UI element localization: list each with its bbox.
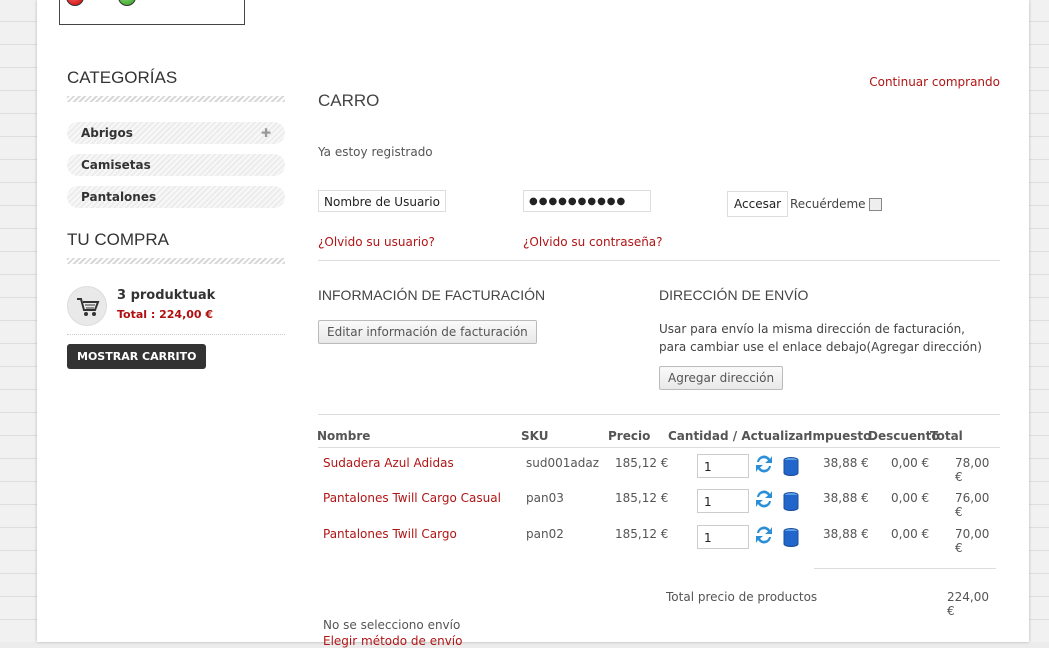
- product-total: 70,00 €: [955, 527, 990, 555]
- product-name-link[interactable]: Pantalones Twill Cargo: [323, 527, 457, 541]
- category-item-camisetas[interactable]: Camisetas: [67, 154, 285, 176]
- product-name-link[interactable]: Sudadera Azul Adidas: [323, 456, 454, 470]
- product-discount: 0,00 €: [891, 527, 930, 541]
- product-sku: sud001adaz: [526, 456, 600, 470]
- shipping-status: No se selecciono envío: [323, 618, 461, 632]
- category-item-abrigos[interactable]: Abrigos ✚: [67, 122, 285, 144]
- category-label: Pantalones: [81, 190, 157, 204]
- delete-trash-icon[interactable]: [781, 527, 801, 549]
- billing-title: INFORMACIÓN DE FACTURACIÓN: [318, 287, 546, 303]
- table-top-divider: [318, 414, 1000, 415]
- cart-count: 3 produktuak: [117, 288, 216, 303]
- purchase-divider: [67, 258, 285, 264]
- continue-shopping-link[interactable]: Continuar comprando: [869, 75, 1000, 89]
- category-list: Abrigos ✚ Camisetas Pantalones: [67, 122, 285, 208]
- forgot-password-link[interactable]: ¿Olvido su contraseña?: [523, 235, 663, 249]
- refresh-icon[interactable]: [754, 524, 774, 546]
- col-header-discount: Descuento: [868, 429, 940, 443]
- forgot-username-link[interactable]: ¿Olvido su usuario?: [318, 235, 435, 249]
- totals-divider: [814, 568, 996, 569]
- add-address-button[interactable]: Agregar dirección: [659, 366, 784, 390]
- categories-divider: [67, 96, 285, 102]
- shipping-description: Usar para envío la misma dirección de fa…: [659, 322, 982, 354]
- col-header-tax: Impuesto: [808, 429, 872, 443]
- login-button[interactable]: Accesar: [727, 191, 789, 217]
- product-tax: 38,88 €: [823, 456, 869, 470]
- category-label: Camisetas: [81, 158, 151, 172]
- logo-green-dot: [118, 0, 136, 6]
- store-logo[interactable]: [59, 0, 245, 25]
- col-header-sku: SKU: [521, 429, 549, 443]
- purchase-title: TU COMPRA: [67, 230, 169, 249]
- product-discount: 0,00 €: [891, 491, 930, 505]
- products-total-label: Total precio de productos: [666, 590, 818, 604]
- product-sku: pan02: [526, 527, 564, 541]
- product-price: 185,12 €: [615, 527, 669, 541]
- sidebar: CATEGORÍAS Abrigos ✚ Camisetas Pantalone…: [67, 68, 285, 369]
- quantity-input[interactable]: 1: [697, 454, 749, 478]
- category-label: Abrigos: [81, 126, 133, 140]
- product-total: 76,00 €: [955, 491, 990, 519]
- col-header-quantity: Cantidad / Actualizar: [668, 429, 810, 443]
- cart-icon: [67, 286, 107, 326]
- registered-label: Ya estoy registrado: [318, 145, 433, 159]
- remember-checkbox[interactable]: [869, 198, 882, 211]
- quantity-input[interactable]: 1: [697, 489, 749, 513]
- password-input[interactable]: ●●●●●●●●●●: [523, 190, 651, 212]
- shipping-title: DIRECCIÓN DE ENVÍO: [659, 287, 809, 303]
- choose-shipping-link[interactable]: Elegir método de envío: [323, 634, 462, 648]
- product-sku: pan03: [526, 491, 564, 505]
- products-total-value: 224,00 €: [947, 590, 989, 618]
- cart-total: Total : 224,00 €: [117, 308, 214, 321]
- mini-cart: 3 produktuak Total : 224,00 €: [67, 286, 285, 330]
- category-item-pantalones[interactable]: Pantalones: [67, 186, 285, 208]
- quantity-input[interactable]: 1: [697, 525, 749, 549]
- col-header-price: Precio: [608, 429, 651, 443]
- col-header-name: Nombre: [317, 429, 371, 443]
- product-total: 78,00 €: [955, 456, 990, 484]
- product-discount: 0,00 €: [891, 456, 930, 470]
- product-tax: 38,88 €: [823, 491, 869, 505]
- expand-plus-icon[interactable]: ✚: [261, 122, 271, 144]
- product-tax: 38,88 €: [823, 527, 869, 541]
- col-header-total: Total: [930, 429, 963, 443]
- username-input[interactable]: Nombre de Usuario: [318, 190, 446, 212]
- section-divider: [318, 260, 1000, 261]
- logo-red-dot: [66, 0, 84, 6]
- delete-trash-icon[interactable]: [781, 491, 801, 513]
- delete-trash-icon[interactable]: [781, 456, 801, 478]
- table-header-divider: [318, 447, 1000, 448]
- categories-title: CATEGORÍAS: [67, 68, 178, 87]
- page-container: CATEGORÍAS Abrigos ✚ Camisetas Pantalone…: [37, 0, 1029, 648]
- cart-main: Continuar comprando CARRO Ya estoy regis…: [317, 0, 1000, 648]
- product-price: 185,12 €: [615, 456, 669, 470]
- edit-billing-button[interactable]: Editar información de facturación: [318, 320, 537, 344]
- remember-label: Recuérdeme: [790, 197, 866, 211]
- refresh-icon[interactable]: [754, 453, 774, 475]
- refresh-icon[interactable]: [754, 488, 774, 510]
- product-price: 185,12 €: [615, 491, 669, 505]
- product-name-link[interactable]: Pantalones Twill Cargo Casual: [323, 491, 501, 505]
- page-title: CARRO: [318, 91, 380, 110]
- show-cart-button[interactable]: MOSTRAR CARRITO: [67, 344, 207, 369]
- cart-separator: [67, 334, 285, 335]
